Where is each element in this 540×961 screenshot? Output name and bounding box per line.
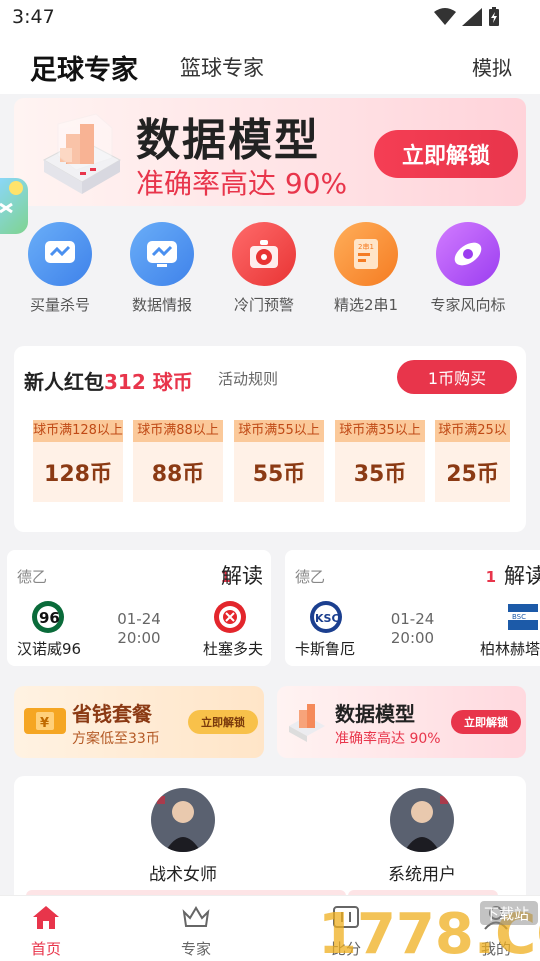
data-model-promo-card[interactable]: 数据模型 准确率高达 90% 立即解锁 <box>277 686 526 758</box>
feature-item-expert-trend[interactable]: 专家风向标 <box>418 218 518 315</box>
analysis-count: 1 <box>485 568 496 586</box>
expert-item[interactable]: 系统用户 <box>352 788 492 885</box>
feature-label: 冷门预警 <box>233 296 294 314</box>
nav-label: 专家 <box>180 940 211 958</box>
svg-text:2串1: 2串1 <box>358 243 374 251</box>
feature-item-buy-volume[interactable]: 买量杀号 <box>10 218 110 315</box>
match-card[interactable]: 德乙 1 解读 96 01-24 20:00 汉诺威96 杜塞多夫 <box>7 550 271 666</box>
red-packet-title: 新人红包312 球币 <box>24 366 193 395</box>
banner-unlock-button[interactable]: 立即解锁 <box>374 130 518 178</box>
ticket-yen-icon: ¥ <box>24 708 66 734</box>
nav-label: 首页 <box>30 940 61 958</box>
data-cube-illustration <box>42 113 122 194</box>
coupon-condition: 球币满88以上 <box>133 420 223 442</box>
data-cube-icon <box>289 704 325 742</box>
soccer-ball-alert-icon <box>250 240 278 268</box>
coupon-value: 35币 <box>353 462 407 487</box>
coupon-card[interactable]: 球币满25以 25币 <box>435 420 510 502</box>
banner-title: 数据模型 <box>136 115 320 166</box>
avatar <box>151 788 215 852</box>
expert-name: 系统用户 <box>388 865 456 885</box>
nav-home[interactable]: 首页 <box>6 904 86 959</box>
feature-item-upset-alert[interactable]: 冷门预警 <box>214 218 314 315</box>
analysis-label: 解读 <box>221 564 263 588</box>
chat-screen-icon <box>45 241 75 263</box>
tab-basketball-experts[interactable]: 篮球专家 <box>180 52 264 82</box>
match-league: 德乙 <box>295 568 326 586</box>
site-watermark: 1778.COM 下载站 <box>318 901 540 960</box>
feature-item-pick-2in1[interactable]: 2串1 精选2串1 <box>316 218 416 315</box>
promo-unlock-button[interactable]: 立即解锁 <box>451 710 521 734</box>
analysis-label: 解读 <box>504 564 540 588</box>
coupon-value: 55币 <box>252 462 306 487</box>
coupon-value: 128币 <box>44 462 112 487</box>
coupon-card[interactable]: 球币满128以上 128币 <box>33 420 123 502</box>
coupon-card[interactable]: 球币满35以上 35币 <box>335 420 425 502</box>
top-tab-bar: 足球专家 篮球专家 模拟 <box>0 36 540 94</box>
data-model-banner[interactable]: 数据模型 准确率高达 90% 立即解锁 <box>14 98 526 206</box>
feature-label: 专家风向标 <box>430 296 506 314</box>
status-bar: 3:47 <box>0 0 540 36</box>
feature-label: 买量杀号 <box>29 296 90 314</box>
wifi-icon <box>434 8 456 25</box>
coupon-value: 25币 <box>446 462 499 487</box>
expert-list-card: 战术女师 系统用户 <box>14 776 526 906</box>
feature-label: 精选2串1 <box>333 296 399 314</box>
coupon-card[interactable]: 球币满55以上 55币 <box>234 420 324 502</box>
system-icons <box>434 7 500 27</box>
home-team: 卡斯鲁厄 <box>295 640 356 658</box>
coupon-condition: 球币满128以上 <box>33 420 123 442</box>
coupon-card[interactable]: 球币满88以上 88币 <box>133 420 223 502</box>
ticket-2chuan1-icon: 2串1 <box>354 239 378 269</box>
home-team: 汉诺威96 <box>17 640 82 658</box>
away-team: 柏林赫塔 <box>479 640 540 658</box>
coupon-condition: 球币满25以 <box>435 420 510 442</box>
watermark-badge: 下载站 <box>484 905 529 923</box>
feature-icon-row: 买量杀号 数据情报 冷门预警 2串1 精选2串1 专家风向标 <box>14 218 526 318</box>
coupon-value: 88币 <box>151 462 205 487</box>
red-packet-amount: 312 球币 <box>104 370 193 394</box>
match-league: 德乙 <box>17 568 48 586</box>
promo-title: 省钱套餐 <box>72 702 152 726</box>
red-packet-prefix: 新人红包 <box>24 370 104 394</box>
money-saving-package-card[interactable]: ¥ 省钱套餐 方案低至33币 立即解锁 <box>14 686 264 758</box>
away-team: 杜塞多夫 <box>202 640 263 658</box>
match-card[interactable]: 德乙 1 解读 KSC BSC 01-24 20:00 卡斯鲁厄 柏林赫塔 <box>285 550 540 666</box>
match-date: 01-24 <box>117 610 161 628</box>
monitor-chart-icon <box>147 241 177 267</box>
avatar <box>390 788 454 852</box>
match-date: 01-24 <box>390 610 435 628</box>
banner-subtitle: 准确率高达 90% <box>136 167 348 200</box>
promo-unlock-button[interactable]: 立即解锁 <box>188 710 258 734</box>
nav-experts[interactable]: 专家 <box>156 904 236 959</box>
expert-name: 战术女师 <box>149 865 217 885</box>
svg-text:¥: ¥ <box>40 716 49 731</box>
status-time: 3:47 <box>12 6 55 28</box>
promo-subtitle: 方案低至33币 <box>72 731 160 747</box>
coupon-condition: 球币满35以上 <box>335 420 425 442</box>
home-icon <box>33 906 59 929</box>
coupon-condition: 球币满55以上 <box>234 420 324 442</box>
tab-football-experts[interactable]: 足球专家 <box>30 48 138 87</box>
activity-rules-link[interactable]: 活动规则 <box>218 368 278 389</box>
feature-item-data-intel[interactable]: 数据情报 <box>112 218 212 315</box>
promo-subtitle: 准确率高达 90% <box>335 731 441 747</box>
promo-title: 数据模型 <box>335 702 415 726</box>
expert-item[interactable]: 战术女师 <box>113 788 253 885</box>
crown-icon <box>182 906 210 927</box>
new-user-red-packet-card: 新人红包312 球币 活动规则 1币购买 球币满128以上 128币 球币满88… <box>14 346 526 532</box>
buy-for-1-coin-button[interactable]: 1币购买 <box>397 360 517 394</box>
battery-icon <box>489 7 499 26</box>
compass-eye-icon <box>454 242 482 266</box>
feature-label: 数据情报 <box>131 296 192 314</box>
simulate-link[interactable]: 模拟 <box>472 52 512 81</box>
signal-icon <box>462 8 482 26</box>
